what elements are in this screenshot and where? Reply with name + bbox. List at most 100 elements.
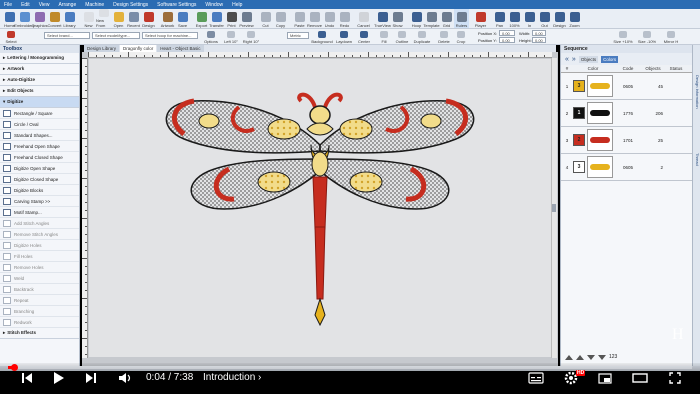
move-up-icon[interactable] [576, 354, 584, 360]
tool-circle-oval[interactable]: Circle / Oval [0, 119, 79, 130]
tab-dragonfly-color[interactable]: Dragonfly color [120, 45, 157, 52]
subtitles-button[interactable] [527, 369, 545, 387]
ribbon-library-button[interactable]: Library [62, 9, 77, 28]
design-information-tab[interactable]: Design Information [694, 75, 700, 109]
tool-digitize-closed-shape[interactable]: Digitize Closed Shape [0, 174, 79, 185]
menu-software-settings[interactable]: Software Settings [157, 2, 196, 8]
ribbon-save-button[interactable]: Save [175, 9, 190, 28]
tool-fill-holes[interactable]: Fill Holes [0, 251, 79, 262]
ribbon-design-button[interactable]: Design [141, 9, 156, 28]
ribbon-player-button[interactable]: Player [473, 9, 488, 28]
color-swatch[interactable]: 1 [573, 107, 585, 119]
position-y-field[interactable]: 0.00 [499, 37, 515, 43]
size-10-button[interactable]: Size -10% [636, 30, 658, 44]
ribbon-design-button[interactable]: Design [552, 9, 567, 28]
outline-button[interactable]: Outline [393, 30, 411, 44]
tab-heart-object-basic[interactable]: Heart - Object Basic [157, 45, 204, 52]
chapter-title[interactable]: Introduction › [203, 372, 261, 383]
brand-select[interactable]: Select brand... [44, 32, 90, 39]
ribbon-out-button[interactable]: Out [537, 9, 552, 28]
ribbon-redo-button[interactable]: Redo [337, 9, 352, 28]
ribbon-embroidery-button[interactable]: Embroidery [14, 9, 35, 28]
section-stitch-effects[interactable]: ▸ Stitch Effects [0, 328, 79, 339]
color-row[interactable]: 2 1 1776 206 [561, 100, 692, 127]
previous-button[interactable] [20, 369, 34, 387]
menu-file[interactable]: File [4, 2, 12, 8]
move-down-icon[interactable] [587, 354, 595, 360]
color-row[interactable]: 4 3 0605 2 [561, 154, 692, 181]
ribbon-zoom-button[interactable]: Zoom [567, 9, 582, 28]
ribbon-remove-button[interactable]: Remove [307, 9, 322, 28]
ribbon-open-button[interactable]: Open [111, 9, 126, 28]
center-button[interactable]: Center [355, 30, 373, 44]
theater-mode-button[interactable] [631, 369, 649, 387]
rotate-right-button[interactable]: Right 10° [242, 30, 260, 44]
ribbon-undo-button[interactable]: Undo [322, 9, 337, 28]
tool-digitize-holes[interactable]: Digitize Holes [0, 240, 79, 251]
section-digitize[interactable]: ▾ Digitize [0, 97, 79, 108]
tool-standard-shapes[interactable]: Standard Shapes... [0, 130, 79, 141]
ribbon-template-button[interactable]: Template [423, 9, 440, 28]
section-artwork[interactable]: ▸ Artwork [0, 64, 79, 75]
menu-machine[interactable]: Machine [85, 2, 104, 8]
scrollbar-thumb[interactable] [552, 204, 556, 212]
sequence-tab-colors[interactable]: Colors [601, 55, 619, 63]
section-auto-digitize[interactable]: ▸ Auto-Digitize [0, 75, 79, 86]
ribbon-artwork-button[interactable]: Artwork [160, 9, 175, 28]
hoop-select[interactable]: Select hoop for machine... [142, 32, 198, 39]
forward-icon[interactable]: » [572, 56, 576, 63]
fill-button[interactable]: Fill [375, 30, 393, 44]
tool-remove-stitch-angles[interactable]: Remove Stitch Angles [0, 229, 79, 240]
tool-freehand-closed-shape[interactable]: Freehand Closed Shape [0, 152, 79, 163]
ribbon-graphics-button[interactable]: Graphics [32, 9, 48, 28]
tool-redwork[interactable]: Redwork [0, 317, 79, 328]
tool-add-stitch-angles[interactable]: Add Stitch Angles [0, 218, 79, 229]
move-top-icon[interactable] [565, 354, 573, 360]
ribbon-cancel-button[interactable]: Cancel [356, 9, 371, 28]
progress-track[interactable] [8, 366, 692, 369]
dragonfly-embroidery-design[interactable] [89, 59, 551, 357]
crop-button[interactable]: Crop [452, 30, 470, 44]
ribbon-transfer-button[interactable]: Transfer [209, 9, 224, 28]
menu-design-settings[interactable]: Design Settings [113, 2, 148, 8]
select-tool-button[interactable]: Select [2, 30, 20, 44]
next-button[interactable] [84, 369, 98, 387]
color-swatch[interactable]: 3 [573, 80, 585, 92]
design-canvas[interactable] [89, 59, 551, 357]
tool-weld[interactable]: Weld [0, 273, 79, 284]
tool-digitize-open-shape[interactable]: Digitize Open Shape [0, 163, 79, 174]
tool-carving-stamp[interactable]: Carving Stamp >> [0, 196, 79, 207]
size-10-button[interactable]: Size +10% [612, 30, 634, 44]
background-button[interactable]: Background [311, 30, 333, 44]
sequence-tab-objects[interactable]: Objects [578, 55, 599, 63]
menu-window[interactable]: Window [205, 2, 223, 8]
tool-motif-stamp[interactable]: Motif Stamp... [0, 207, 79, 218]
ribbon-new-from-button[interactable]: New From [96, 9, 111, 28]
menu-arrange[interactable]: Arrange [58, 2, 76, 8]
tool-rectangle-square[interactable]: Rectangle / Square [0, 108, 79, 119]
ribbon-hoop-button[interactable]: Hoop [409, 9, 424, 28]
tab-design-library[interactable]: Design Library [84, 45, 120, 52]
ribbon-in-button[interactable]: In [522, 9, 537, 28]
color-row[interactable]: 3 2 1701 25 [561, 127, 692, 154]
ribbon-new-button[interactable]: New [81, 9, 96, 28]
ribbon-100-button[interactable]: 100% [507, 9, 522, 28]
tool-digitize-blocks[interactable]: Digitize Blocks [0, 185, 79, 196]
mute-button[interactable] [117, 369, 133, 387]
tool-repeat[interactable]: Repeat [0, 295, 79, 306]
back-icon[interactable]: « [565, 56, 569, 63]
thread-tab[interactable]: Thread [694, 153, 700, 166]
ribbon-pan-button[interactable]: Pan [492, 9, 507, 28]
move-bottom-icon[interactable] [598, 354, 606, 360]
laydown-button[interactable]: Laydown [335, 30, 353, 44]
menu-edit[interactable]: Edit [21, 2, 30, 8]
menu-view[interactable]: View [39, 2, 50, 8]
play-button[interactable] [52, 369, 66, 387]
position-x-field[interactable]: 0.00 [499, 30, 515, 36]
ribbon-cut-button[interactable]: Cut [258, 9, 273, 28]
color-row[interactable]: 1 3 0605 45 [561, 73, 692, 100]
ribbon-preview-button[interactable]: Preview [239, 9, 254, 28]
color-swatch[interactable]: 3 [573, 161, 585, 173]
delete-button[interactable]: Delete [435, 30, 453, 44]
ribbon-paste-button[interactable]: Paste [292, 9, 307, 28]
